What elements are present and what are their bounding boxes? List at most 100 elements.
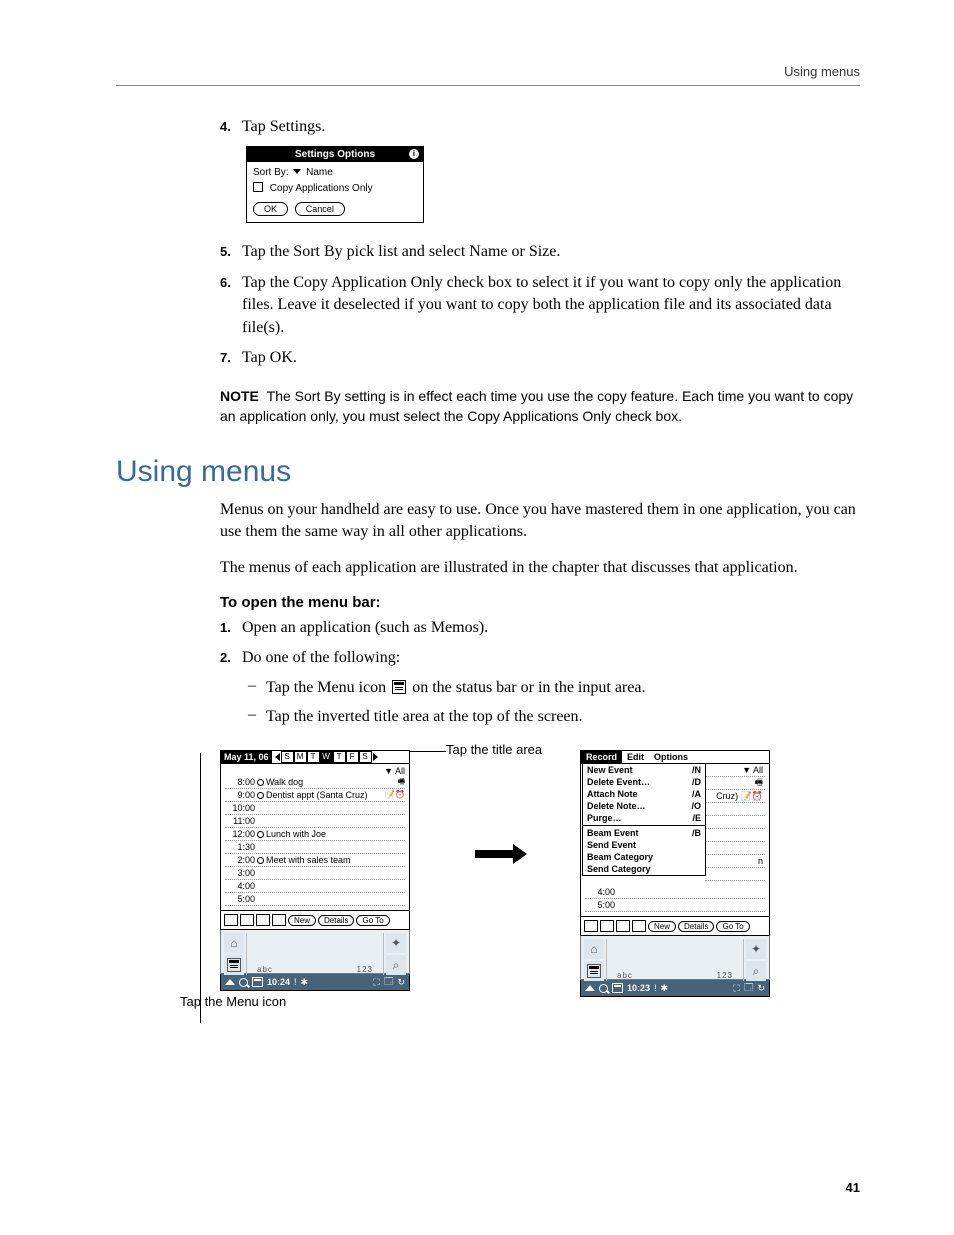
week-view-icon[interactable] [240, 914, 254, 926]
new-button[interactable]: New [648, 921, 676, 932]
menu-softkey[interactable] [584, 961, 604, 981]
schedule-row[interactable]: 2:00Meet with sales team [225, 854, 405, 867]
menu-record[interactable]: Record [581, 751, 622, 763]
schedule-row[interactable]: 10:00 [225, 802, 405, 815]
schedule-row[interactable]: 5:00 [225, 893, 405, 906]
sb-find-icon[interactable] [239, 978, 248, 987]
details-button[interactable]: Details [678, 921, 714, 932]
sb-fullscreen-icon[interactable]: ⛶ [733, 983, 739, 994]
schedule-time: 3:00 [225, 867, 257, 879]
star-softkey[interactable]: ✦ [746, 939, 766, 959]
menu-item[interactable]: Send Category [583, 863, 705, 875]
day-cell[interactable]: S [359, 751, 372, 763]
schedule-row[interactable]: 12:00Lunch with Joe [225, 828, 405, 841]
details-button[interactable]: Details [318, 915, 354, 926]
find-softkey[interactable]: ⌕ [386, 955, 406, 975]
day-view-icon[interactable] [584, 920, 598, 932]
sb-screen-icon[interactable]: 🗔 [744, 980, 754, 996]
graffiti-area[interactable]: abc 123 [246, 933, 384, 975]
step-text: Tap the Copy Application Only check box … [242, 272, 860, 339]
sb-rotate-icon[interactable]: ↻ [397, 977, 405, 988]
sb-bluetooth-icon[interactable]: ✱ [301, 977, 309, 988]
cancel-button[interactable]: Cancel [295, 202, 345, 216]
menu-item[interactable]: Delete Event…/D [583, 776, 705, 788]
menu-item[interactable]: Attach Note/A [583, 788, 705, 800]
category-picker[interactable]: ▼ All [221, 764, 409, 776]
peek-print-icon: 🖷 [705, 777, 765, 790]
menu-item[interactable]: Send Event [583, 839, 705, 851]
month-view-icon[interactable] [256, 914, 270, 926]
menu-options[interactable]: Options [649, 751, 693, 763]
home-softkey[interactable]: ⌂ [224, 933, 244, 953]
sort-by-row[interactable]: Sort By: Name [253, 167, 417, 178]
title-bar[interactable]: May 11, 06 SMTWTFS [221, 751, 409, 764]
day-cell[interactable]: F [346, 751, 359, 763]
checkbox-icon[interactable] [253, 182, 263, 192]
prev-icon[interactable] [275, 753, 280, 761]
sb-find-icon[interactable] [599, 984, 608, 993]
dialog-title: Settings Options [295, 149, 375, 160]
step-6: 6. Tap the Copy Application Only check b… [220, 272, 860, 339]
peek-blank [705, 842, 765, 855]
day-cell[interactable]: T [307, 751, 320, 763]
sb-time: 10:24 [267, 977, 290, 987]
step-number: 5. [220, 244, 242, 263]
day-cell[interactable]: M [294, 751, 307, 763]
menu-item[interactable]: Delete Note…/O [583, 800, 705, 812]
sb-alert-icon[interactable]: ! [654, 983, 657, 993]
ok-button[interactable]: OK [253, 202, 288, 216]
schedule-time: 5:00 [225, 893, 257, 905]
graffiti-area[interactable]: abc 123 [606, 939, 744, 981]
schedule-row[interactable]: 11:00 [225, 815, 405, 828]
day-cell[interactable]: W [320, 751, 333, 763]
menu-item-label: Attach Note [587, 789, 638, 799]
sb-home-icon[interactable] [225, 979, 235, 985]
day-cell[interactable]: S [281, 751, 294, 763]
day-cell[interactable]: T [333, 751, 346, 763]
menu-item-label: Purge… [587, 813, 622, 823]
schedule-row[interactable]: 4:00 [585, 886, 765, 899]
menu-edit[interactable]: Edit [622, 751, 649, 763]
month-view-icon[interactable] [616, 920, 630, 932]
menu-item[interactable]: Beam Event/B [583, 827, 705, 839]
info-icon[interactable]: i [409, 149, 419, 159]
find-softkey[interactable]: ⌕ [746, 961, 766, 981]
menu-item[interactable]: Beam Category [583, 851, 705, 863]
menu-item[interactable]: Purge…/E [583, 812, 705, 824]
schedule-row[interactable]: 1:30 [225, 841, 405, 854]
sb-rotate-icon[interactable]: ↻ [757, 983, 765, 994]
page-number: 41 [846, 1180, 860, 1195]
copy-applications-only-row[interactable]: Copy Applications Only [253, 182, 417, 194]
star-softkey[interactable]: ✦ [386, 933, 406, 953]
sb-menu-icon[interactable] [252, 977, 263, 987]
schedule-row[interactable]: 3:00 [225, 867, 405, 880]
sb-alert-icon[interactable]: ! [294, 977, 297, 987]
week-view-icon[interactable] [600, 920, 614, 932]
home-softkey[interactable]: ⌂ [584, 939, 604, 959]
next-icon[interactable] [373, 753, 378, 761]
sb-home-icon[interactable] [585, 985, 595, 991]
menu-softkey[interactable] [224, 955, 244, 975]
schedule-text: Lunch with Joe [266, 828, 405, 840]
day-picker[interactable]: SMTWTFS [274, 751, 409, 763]
schedule-row[interactable]: 8:00Walk dog🖷 [225, 776, 405, 789]
day-view-icon[interactable] [224, 914, 238, 926]
menu-item-shortcut: /D [692, 777, 701, 787]
new-button[interactable]: New [288, 915, 316, 926]
schedule-text [257, 867, 405, 879]
menu-item-shortcut: /O [691, 801, 701, 811]
agenda-view-icon[interactable] [272, 914, 286, 926]
goto-button[interactable]: Go To [716, 921, 749, 932]
schedule-row[interactable]: 5:00 [585, 899, 765, 912]
menu-item[interactable]: New Event/N [583, 764, 705, 776]
agenda-view-icon[interactable] [632, 920, 646, 932]
goto-button[interactable]: Go To [356, 915, 389, 926]
sb-screen-icon[interactable]: 🗔 [384, 974, 394, 990]
sb-bluetooth-icon[interactable]: ✱ [661, 983, 669, 994]
schedule-row[interactable]: 4:00 [225, 880, 405, 893]
status-bar: 10:24 ! ✱ ⛶ 🗔 ↻ [220, 974, 410, 991]
sb-fullscreen-icon[interactable]: ⛶ [373, 977, 379, 988]
settings-options-dialog: Settings Options i Sort By: Name Copy Ap… [246, 146, 424, 223]
sb-menu-icon[interactable] [612, 983, 623, 993]
schedule-row[interactable]: 9:00Dentist appt (Santa Cruz)📝⏰ [225, 789, 405, 802]
